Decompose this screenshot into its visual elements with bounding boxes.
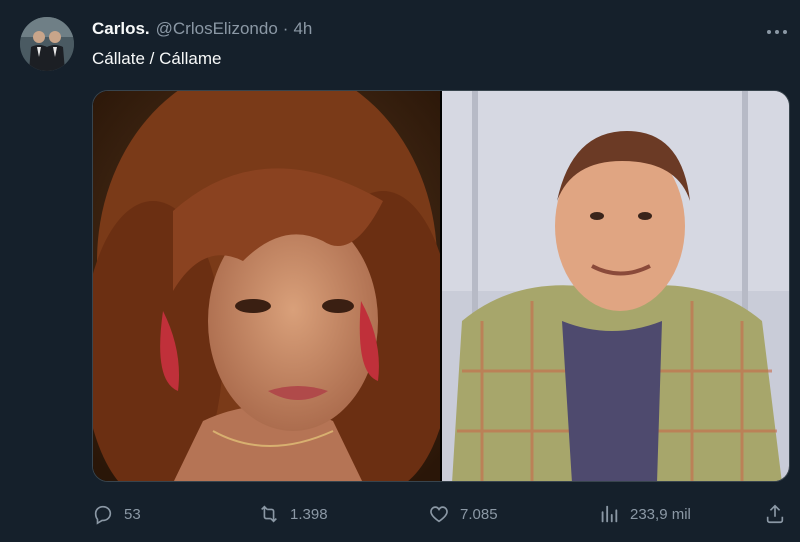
tweet-header: Carlos. @CrlosElizondo · 4h [92,18,312,40]
reply-count: 53 [124,505,141,523]
media-photo-right[interactable] [442,91,789,481]
avatar[interactable] [20,17,74,71]
retweet-count: 1.398 [290,505,328,523]
share-button[interactable] [764,498,796,530]
tweet-actions: 53 1.398 7.085 233,9 mil [92,498,792,530]
share-icon [766,504,784,524]
heart-icon [430,506,448,523]
like-count: 7.085 [460,505,498,523]
avatar-image [20,17,74,71]
retweet-button[interactable]: 1.398 [258,498,328,530]
more-icon[interactable] [764,24,790,40]
reply-button[interactable]: 53 [92,498,141,530]
author-handle[interactable]: @CrlosElizondo [156,19,278,39]
man-portrait-image [442,91,789,481]
tweet-text: Cállate / Cállame [92,49,222,68]
tweet-media[interactable] [92,90,790,482]
tweet-time[interactable]: 4h [293,19,312,39]
woman-portrait-image [93,91,440,481]
views-icon [601,505,618,523]
views-button[interactable]: 233,9 mil [598,498,691,530]
media-photo-left[interactable] [93,91,440,481]
retweet-icon [261,505,277,523]
author-name[interactable]: Carlos. [92,19,150,39]
views-count: 233,9 mil [630,505,691,523]
reply-icon [94,505,112,525]
separator-dot: · [282,19,289,38]
like-button[interactable]: 7.085 [428,498,498,530]
